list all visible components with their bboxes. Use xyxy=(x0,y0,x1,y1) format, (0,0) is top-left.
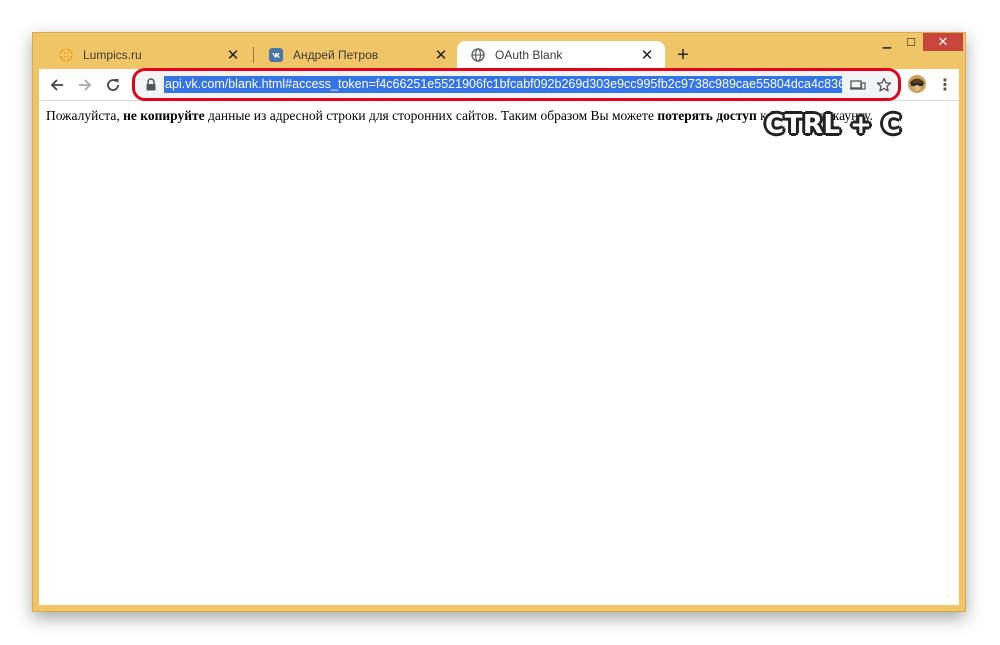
cast-icon[interactable] xyxy=(849,76,867,94)
tab-oauth-blank[interactable]: OAuth Blank ✕ xyxy=(457,41,665,69)
tab-strip: Lumpics.ru ✕ Андрей Петров ✕ OAuth Blank… xyxy=(33,33,965,69)
menu-icon[interactable]: ⋮ xyxy=(935,73,955,97)
page-content: Пожалуйста, не копируйте данные из адрес… xyxy=(39,101,959,605)
tab-lumpics[interactable]: Lumpics.ru ✕ xyxy=(45,41,251,69)
tab-label: Lumpics.ru xyxy=(83,48,142,62)
maximize-button[interactable]: ☐ xyxy=(899,33,923,51)
warning-emphasis: не копируйте xyxy=(123,108,205,123)
arrow-left-icon[interactable] xyxy=(45,73,69,97)
url-text-selected[interactable]: api.vk.com/blank.html#access_token=f4c66… xyxy=(164,76,842,93)
ctrl-c-annotation: CTRL + C xyxy=(765,110,902,140)
warning-emphasis: потерять доступ xyxy=(657,108,757,123)
orange-flower-icon xyxy=(59,48,73,62)
profile-avatar[interactable] xyxy=(907,74,927,94)
tab-label: Андрей Петров xyxy=(293,48,379,62)
warning-text: Пожалуйста, не копируйте данные из адрес… xyxy=(46,108,873,123)
window-close-button[interactable]: ✕ xyxy=(923,33,963,51)
vk-logo-icon xyxy=(269,48,283,62)
tab-andrey-petrov[interactable]: Андрей Петров ✕ xyxy=(255,41,459,69)
browser-toolbar: api.vk.com/blank.html#access_token=f4c66… xyxy=(39,68,959,101)
globe-icon xyxy=(471,48,485,62)
close-icon[interactable]: ✕ xyxy=(639,47,655,64)
star-icon[interactable] xyxy=(875,76,893,94)
minimize-button[interactable]: ▁ xyxy=(875,33,899,51)
new-tab-button[interactable]: + xyxy=(673,45,693,65)
tab-label: OAuth Blank xyxy=(495,48,563,62)
lock-icon[interactable] xyxy=(145,78,157,91)
tab-divider xyxy=(253,47,254,63)
arrow-right-icon[interactable] xyxy=(73,73,97,97)
close-icon[interactable]: ✕ xyxy=(225,47,241,64)
reload-icon[interactable] xyxy=(101,73,125,97)
address-bar[interactable]: api.vk.com/blank.html#access_token=f4c66… xyxy=(135,71,897,98)
window-controls: ▁ ☐ ✕ xyxy=(875,33,963,53)
close-icon[interactable]: ✕ xyxy=(433,47,449,64)
